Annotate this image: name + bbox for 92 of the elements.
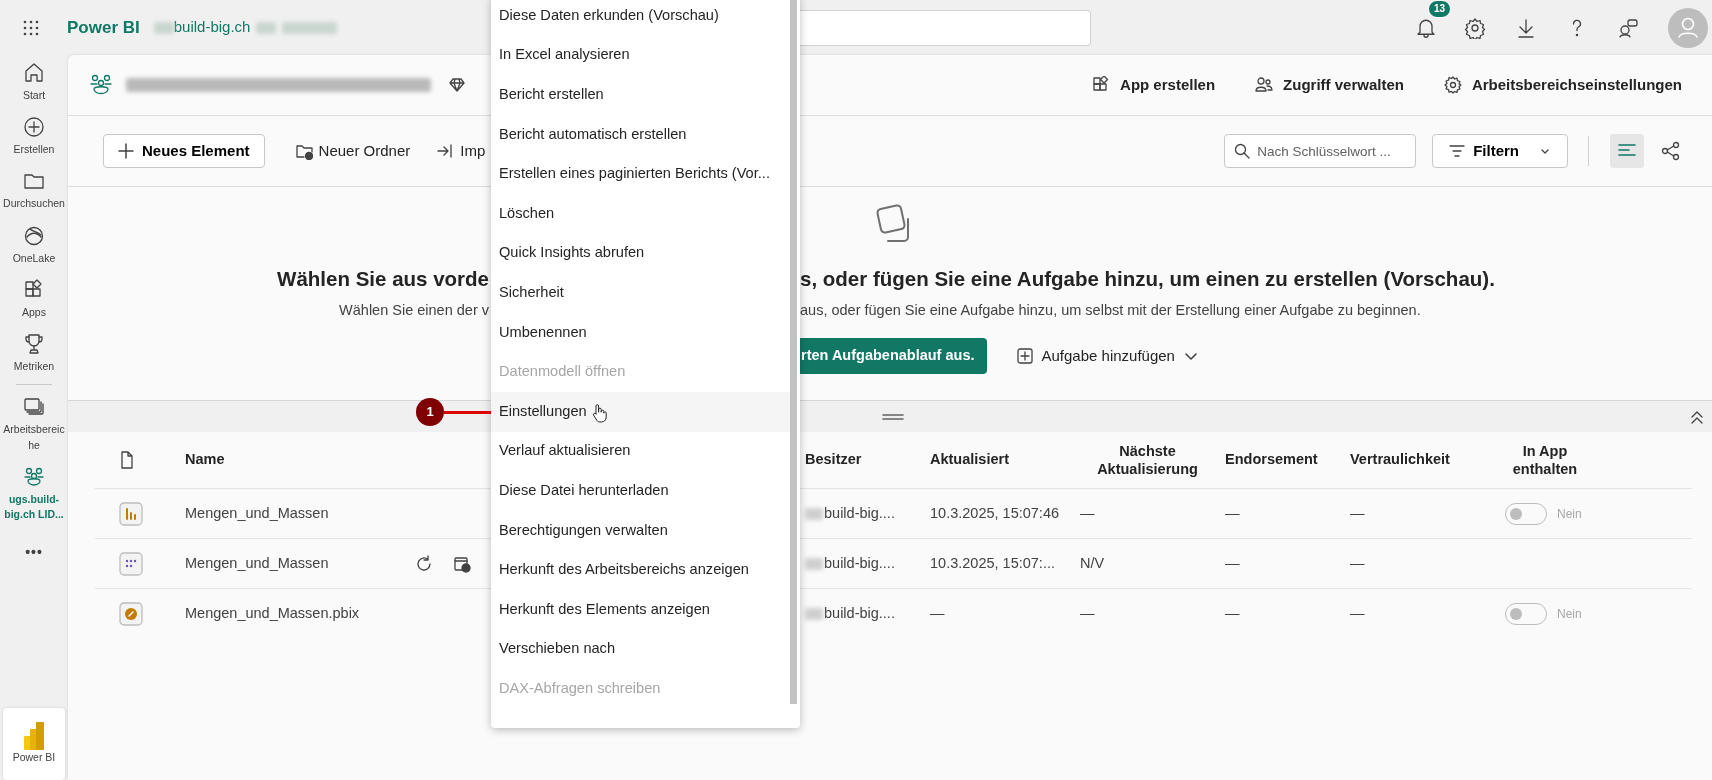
- column-header: Name: [185, 450, 226, 470]
- diamond-icon: [449, 77, 465, 93]
- app-launcher-icon[interactable]: [22, 18, 40, 37]
- sidebar-item[interactable]: Erstellen: [3, 109, 65, 164]
- lineage-view-icon: [1660, 140, 1682, 162]
- search-icon: [1234, 143, 1251, 159]
- app-name: Power BI: [67, 16, 140, 39]
- empty-subtitle: aus, oder fügen Sie eine Aufgabe hinzu, um selbst mit der Erstellung einer Aufgabe zu beginnen.: [800, 301, 1422, 321]
- toggle-label: Nein: [1557, 505, 1582, 523]
- plus-square-icon: [1017, 347, 1034, 364]
- powerbi-switcher[interactable]: Power BI: [3, 708, 65, 780]
- import-icon: [436, 142, 455, 160]
- empty-title: Wählen Sie aus vorde: [276, 265, 489, 292]
- filter-icon: [1449, 143, 1466, 159]
- next-refresh-text: N/V: [1080, 553, 1106, 573]
- updated-text: —: [930, 603, 946, 623]
- sensitivity-text: —: [1350, 603, 1366, 623]
- plus-circle-icon: [22, 115, 46, 140]
- resize-handle-icon[interactable]: [882, 412, 904, 421]
- owner-text: build-big....: [824, 553, 895, 573]
- sidebar-item[interactable]: Start: [3, 55, 65, 110]
- column-header: Nächste Aktualisierung: [1096, 441, 1199, 479]
- owner-text: build-big....: [824, 603, 895, 623]
- notification-badge: 13: [1428, 0, 1452, 18]
- toggle-switch[interactable]: [1505, 502, 1547, 525]
- leader-line: [444, 410, 491, 414]
- sensitivity-text: —: [1350, 553, 1366, 573]
- settings-icon[interactable]: [1464, 16, 1486, 39]
- report-icon: [119, 501, 143, 526]
- file-icon: [119, 451, 135, 470]
- apps-icon: [1092, 76, 1111, 94]
- refresh-icon[interactable]: [415, 554, 433, 573]
- bell-icon[interactable]: [1417, 18, 1435, 39]
- redacted-mark: [153, 21, 174, 34]
- plus-icon: [118, 143, 134, 159]
- column-header: Aktualisiert: [930, 450, 1010, 470]
- add-task-button[interactable]: Aufgabe hinzufügen: [1011, 343, 1205, 369]
- tenant-name: build-big.ch: [173, 17, 251, 38]
- toggle-label: Nein: [1557, 605, 1582, 623]
- powerbi-logo-icon: [23, 722, 45, 751]
- search-field[interactable]: Nach Schlüsselwort ...: [1224, 134, 1417, 168]
- toolbar-button[interactable]: Neuer Ordner: [288, 138, 417, 164]
- menu-item[interactable]: Einstellungen: [491, 391, 790, 432]
- column-header: Endorsement: [1225, 450, 1319, 470]
- endorsement-text: —: [1225, 553, 1241, 573]
- sidebar-item[interactable]: Apps: [3, 271, 65, 327]
- hand-cursor-icon: [591, 402, 607, 423]
- endorsement-text: —: [1225, 603, 1241, 623]
- redacted-mark: [282, 21, 338, 34]
- redacted-mark: [805, 607, 823, 620]
- scrollbar[interactable]: [790, 0, 797, 704]
- trophy-icon: [22, 332, 46, 357]
- more-button[interactable]: •••: [3, 536, 65, 569]
- sidebar-item[interactable]: OneLake: [3, 217, 65, 272]
- sidebar-item[interactable]: Durchsuchen: [3, 163, 65, 218]
- column-header: Besitzer: [805, 450, 863, 470]
- item-name[interactable]: Mengen_und_Massen: [185, 502, 415, 525]
- header-action[interactable]: Arbeitsbereichseinstellungen: [1437, 72, 1688, 98]
- updated-text: 10.3.2025, 15:07:46: [930, 503, 1060, 523]
- updated-text: 10.3.2025, 15:07:...: [930, 553, 1056, 573]
- header-action[interactable]: App erstellen: [1086, 72, 1222, 98]
- next-refresh-text: —: [1080, 503, 1096, 523]
- sidebar-item[interactable]: Arbeitsbereiche: [3, 389, 65, 459]
- column-header: In App enthalten: [1511, 441, 1579, 479]
- sidebar-item[interactable]: Metriken: [3, 326, 65, 381]
- column-header: Vertraulichkeit: [1350, 450, 1451, 470]
- next-refresh-text: —: [1080, 603, 1096, 623]
- redacted-mark: [805, 557, 823, 570]
- pbix-file-icon: [119, 601, 143, 626]
- semantic-model-icon: [119, 551, 143, 576]
- new-item-button[interactable]: Neues Element: [103, 134, 265, 168]
- sensitivity-text: —: [1350, 503, 1366, 523]
- feedback-icon[interactable]: [1617, 16, 1639, 39]
- item-name[interactable]: Mengen_und_Massen: [185, 552, 415, 575]
- schedule-refresh-icon[interactable]: [453, 554, 471, 573]
- settings-icon: [1443, 76, 1462, 94]
- empty-subtitle: Wählen Sie einen der v: [338, 301, 489, 321]
- empty-title: s, oder fügen Sie eine Aufgabe hinzu, um einen zu erstellen (Vorschau).: [800, 265, 1496, 292]
- redacted-mark: [256, 21, 277, 34]
- home-icon: [22, 61, 46, 85]
- endorsement-text: —: [1225, 503, 1241, 523]
- header-action[interactable]: Zugriff verwalten: [1249, 72, 1410, 98]
- owner-text: build-big....: [824, 503, 895, 523]
- toolbar-button[interactable]: Imp: [430, 138, 492, 164]
- item-name[interactable]: Mengen_und_Massen.pbix: [185, 602, 415, 625]
- people-icon: [1255, 76, 1274, 94]
- toggle-switch[interactable]: [1505, 602, 1547, 625]
- view-toggle[interactable]: [1610, 134, 1644, 168]
- sidebar-item[interactable]: ugs.build-big.ch LID...: [3, 458, 65, 529]
- redacted-mark: [805, 507, 823, 520]
- filter-button[interactable]: Filtern: [1432, 134, 1568, 168]
- folder-add-icon: [294, 142, 313, 160]
